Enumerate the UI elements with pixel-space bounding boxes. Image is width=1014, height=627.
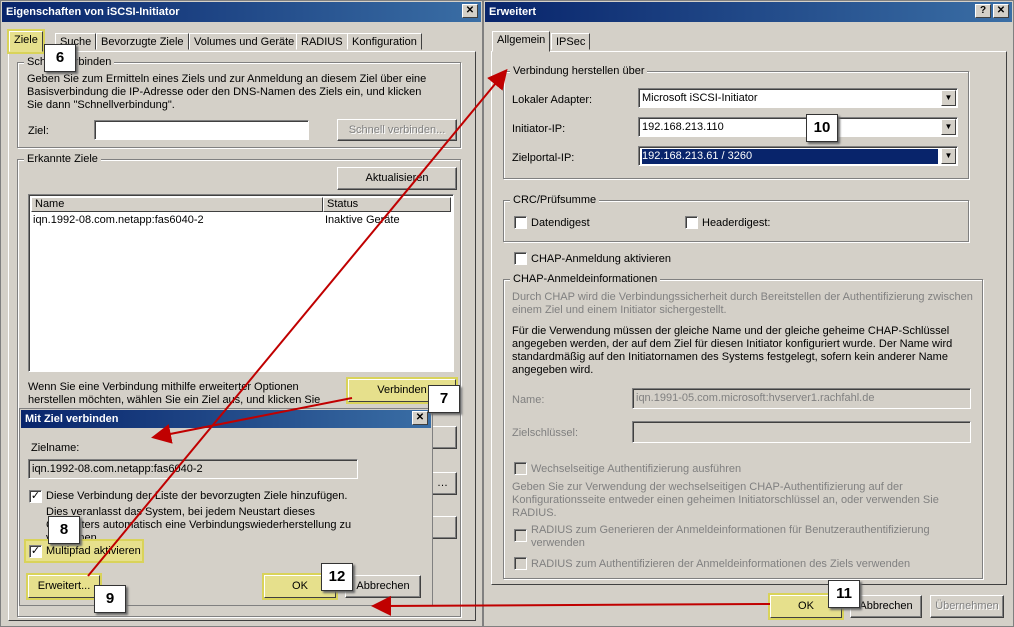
local-adapter-label: Lokaler Adapter:: [512, 94, 593, 106]
radius-generate-label: RADIUS zum Generieren der Anmeldeinforma…: [531, 524, 930, 549]
chap-name-label: Name:: [512, 394, 545, 406]
chevron-down-icon[interactable]: ▼: [941, 119, 956, 135]
target-input[interactable]: [94, 120, 309, 140]
target-portal-label: Zielportal-IP:: [512, 152, 575, 164]
callout-11: 11: [828, 580, 860, 608]
callout-7: 7: [428, 385, 460, 413]
group-legend: Erkannte Ziele: [24, 153, 101, 166]
header-digest-checkbox[interactable]: [685, 216, 698, 229]
local-adapter-value: Microsoft iSCSI-Initiator: [642, 92, 758, 104]
target-secret-label: Zielschlüssel:: [512, 427, 579, 439]
target-status-cell: Inaktive Geräte: [325, 214, 400, 226]
dialog-title: Mit Ziel verbinden: [21, 410, 431, 428]
multipath-label: Multipfad aktivieren: [46, 545, 141, 557]
help-icon[interactable]: ?: [975, 4, 991, 18]
data-digest-label: Datendigest: [531, 217, 590, 229]
advanced-button[interactable]: Erweitert...: [28, 575, 100, 598]
tab-konfiguration[interactable]: Konfiguration: [347, 33, 422, 50]
initiator-ip-select[interactable]: 192.168.213.110 ▼: [638, 117, 958, 137]
tab-volumes[interactable]: Volumes und Geräte: [189, 33, 300, 50]
chap-name-field[interactable]: iqn.1991-05.com.microsoft:hvserver1.rach…: [632, 388, 971, 409]
connect-to-target-dialog: Mit Ziel verbinden ✕ Zielname: iqn.1992-…: [19, 408, 433, 606]
advanced-settings-window: Erweitert ? ✕ Allgemein IPSec Verbindung…: [483, 0, 1014, 627]
radius-auth-label: RADIUS zum Authentifizieren der Anmeldei…: [531, 558, 911, 570]
quick-connect-button[interactable]: Schnell verbinden...: [337, 119, 457, 141]
cancel-button[interactable]: Abbrechen: [345, 575, 421, 598]
group-legend: CRC/Prüfsumme: [510, 194, 600, 207]
target-portal-value: 192.168.213.61 / 3260: [642, 149, 938, 164]
tab-ziele[interactable]: Ziele: [9, 31, 43, 52]
callout-10: 10: [806, 114, 838, 142]
target-name-label: Zielname:: [31, 442, 80, 454]
local-adapter-select[interactable]: Microsoft iSCSI-Initiator ▼: [638, 88, 958, 108]
column-header-name[interactable]: Name: [31, 197, 323, 212]
apply-button[interactable]: Übernehmen: [930, 595, 1004, 618]
target-secret-field[interactable]: [632, 421, 971, 443]
multipath-checkbox[interactable]: ✓: [29, 545, 42, 558]
close-icon[interactable]: ✕: [412, 411, 428, 425]
chevron-down-icon[interactable]: ▼: [941, 90, 956, 106]
tab-ipsec[interactable]: IPSec: [551, 33, 591, 50]
header-digest-label: Headerdigest:: [702, 217, 771, 229]
chap-enable-label: CHAP-Anmeldung aktivieren: [531, 253, 672, 265]
advanced-connect-text: Wenn Sie eine Verbindung mithilfe erweit…: [28, 381, 321, 406]
group-legend: Verbindung herstellen über: [510, 65, 648, 78]
add-favorite-label: Diese Verbindung der Liste der bevorzugt…: [46, 490, 348, 502]
radius-auth-checkbox[interactable]: [514, 557, 527, 570]
table-row[interactable]: iqn.1992-08.com.netapp:fas6040-2: [33, 214, 204, 227]
radius-generate-checkbox[interactable]: [514, 529, 527, 542]
quick-connect-description: Geben Sie zum Ermitteln eines Ziels und …: [27, 73, 427, 111]
tab-bevorzugte-ziele[interactable]: Bevorzugte Ziele: [96, 33, 189, 50]
target-name-field: iqn.1992-08.com.netapp:fas6040-2: [28, 459, 358, 479]
chap-enable-checkbox[interactable]: [514, 252, 527, 265]
window-title: Eigenschaften von iSCSI-Initiator: [2, 2, 481, 22]
column-header-status[interactable]: Status: [323, 197, 451, 212]
targets-list[interactable]: Name Status iqn.1992-08.com.netapp:fas60…: [28, 194, 454, 372]
callout-9: 9: [94, 585, 126, 613]
mutual-auth-description: Geben Sie zur Verwendung der wechselseit…: [512, 481, 939, 519]
tab-allgemein[interactable]: Allgemein: [492, 31, 551, 52]
chap-usage-description: Für die Verwendung müssen der gleiche Na…: [512, 325, 953, 376]
chevron-down-icon[interactable]: ▼: [941, 148, 956, 164]
group-legend: CHAP-Anmeldeinformationen: [510, 273, 661, 286]
refresh-button[interactable]: Aktualisieren: [337, 167, 457, 190]
add-favorite-description: Dies veranlasst das System, bei jedem Ne…: [46, 506, 352, 544]
tab-radius[interactable]: RADIUS: [296, 33, 348, 50]
close-icon[interactable]: ✕: [993, 4, 1009, 18]
mutual-auth-checkbox[interactable]: [514, 462, 527, 475]
callout-6: 6: [44, 44, 76, 72]
cancel-button[interactable]: Abbrechen: [850, 595, 922, 618]
window-title: Erweitert: [485, 2, 1012, 22]
callout-12: 12: [321, 563, 353, 591]
target-label: Ziel:: [28, 125, 49, 137]
data-digest-checkbox[interactable]: [514, 216, 527, 229]
ellipsis-text: …: [437, 477, 448, 489]
chap-description: Durch CHAP wird die Verbindungssicherhei…: [512, 291, 973, 316]
add-favorite-checkbox[interactable]: ✓: [29, 490, 42, 503]
mutual-auth-label: Wechselseitige Authentifizierung ausführ…: [531, 463, 742, 475]
target-name-cell: iqn.1992-08.com.netapp:fas6040-2: [33, 214, 204, 226]
target-portal-select[interactable]: 192.168.213.61 / 3260 ▼: [638, 146, 958, 166]
close-icon[interactable]: ✕: [462, 4, 478, 18]
initiator-ip-label: Initiator-IP:: [512, 123, 566, 135]
initiator-ip-value: 192.168.213.110: [642, 121, 724, 133]
callout-8: 8: [48, 516, 80, 544]
